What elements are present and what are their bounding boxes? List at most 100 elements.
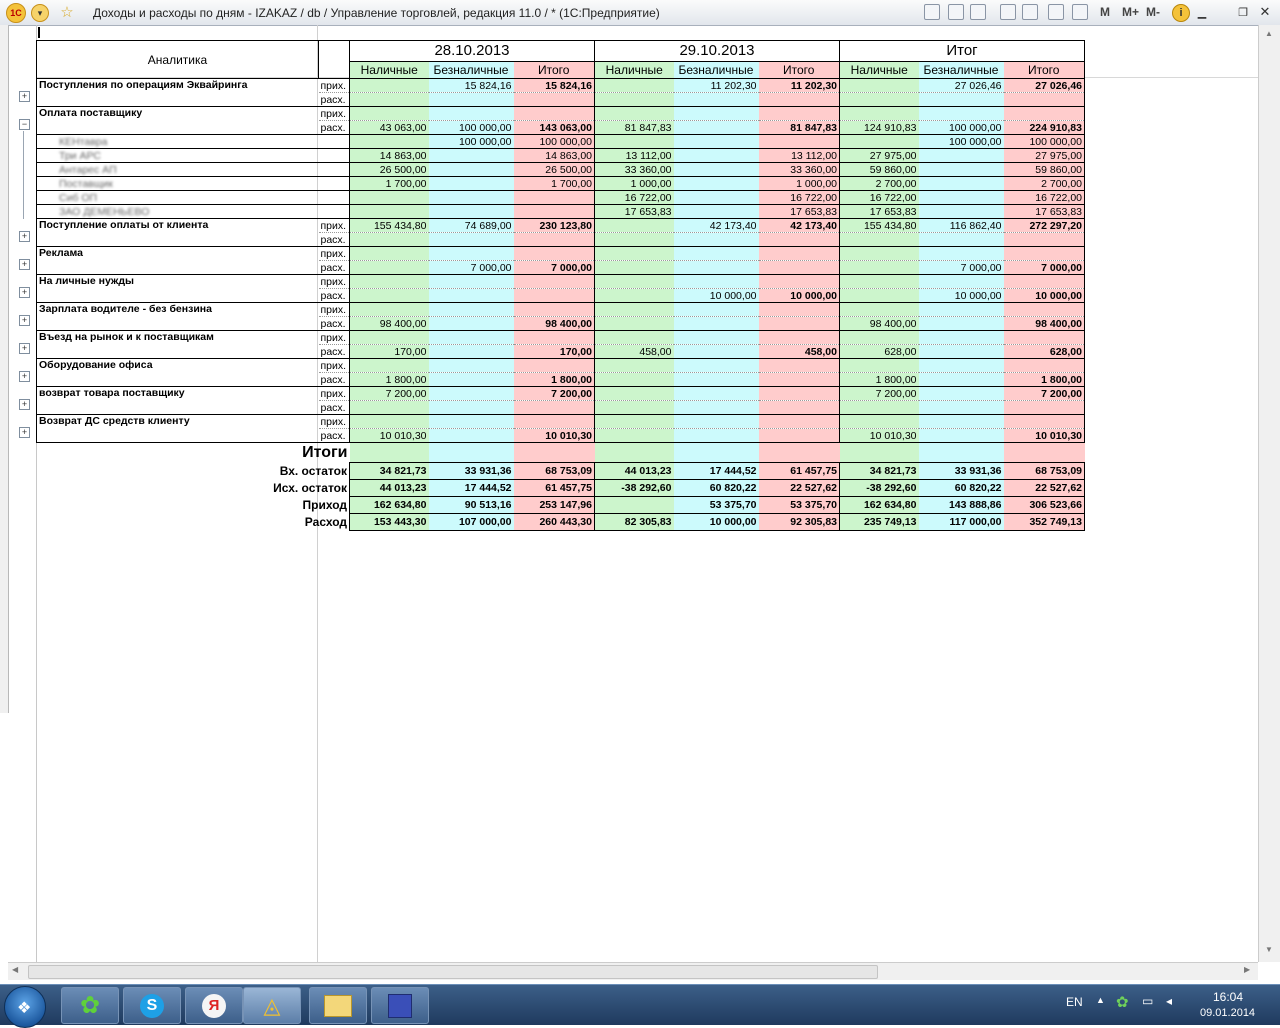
value-cell [428,288,514,303]
expand-group-icon[interactable]: + [19,230,30,242]
print-icon[interactable] [948,4,964,20]
subgroup-row[interactable]: ЗАО ДЕМЕНЬЕВО 17 653,83 17 653,83 17 653,83… [36,204,1085,219]
memory-m-button[interactable]: M [1100,4,1110,20]
network-icon[interactable]: ▭ [1142,994,1153,1008]
expand-group-icon[interactable]: + [19,398,30,410]
1c-app[interactable]: ◬ [243,987,301,1024]
save-app[interactable] [371,987,429,1024]
value-cell [758,232,840,247]
expand-group-icon[interactable]: + [19,314,30,326]
value-cell: 15 824,16 [513,78,595,93]
group-row[interactable]: Возврат ДС средств клиенту прих. [36,414,1085,443]
icq-tray-icon[interactable]: ✿ [1116,993,1129,1011]
scroll-down-icon[interactable]: ▼ [1263,945,1275,957]
value-cell [349,246,429,261]
date-column-header: 28.10.2013 [349,40,595,62]
value-cell [349,134,429,149]
skype-app[interactable]: S [123,987,181,1024]
subgroup-row[interactable]: КЕНтавра 100 000,00 100 000,00 100 000,00 10… [36,134,1085,149]
explorer-app[interactable] [309,987,367,1024]
expand-group-icon[interactable]: + [19,90,30,102]
value-cell [673,400,759,415]
minimize-icon[interactable]: ▁ [1196,4,1208,20]
totals-value: 107 000,00 [428,513,514,531]
calculator-icon[interactable] [1048,4,1064,20]
header-spacer [318,40,350,79]
expand-group-icon[interactable]: + [19,370,30,382]
app-logo-icon[interactable]: 1С [6,3,26,23]
value-cell: 27 026,46 [1003,78,1085,93]
clock-date[interactable]: 09.01.2014 [1200,1007,1255,1019]
value-cell: 458,00 [758,344,840,359]
history-icon[interactable] [1022,4,1038,20]
icq-app[interactable]: ✿ [61,987,119,1024]
memory-plus-button[interactable]: M+ [1122,4,1139,20]
scroll-left-icon[interactable]: ◀ [12,965,18,974]
value-cell [349,288,429,303]
value-cell: 155 434,80 [349,218,429,233]
group-row[interactable]: На личные нужды прих. [36,274,1085,303]
info-icon[interactable]: i [1172,4,1190,22]
value-cell [349,358,429,373]
group-row[interactable]: возврат товара поставщику прих. 7 200,00 7 … [36,386,1085,415]
expand-group-icon[interactable]: + [19,342,30,354]
calendar-icon[interactable] [1072,4,1088,20]
subgroup-row[interactable]: Три АРС 14 863,00 14 863,00 13 112,00 13 112… [36,148,1085,163]
expand-group-icon[interactable]: + [19,258,30,270]
value-cell: 7 000,00 [918,260,1004,275]
favorites-star-icon[interactable]: ☆ [58,4,76,21]
totals-value: 34 821,73 [839,462,919,480]
group-row[interactable]: Поступления по операциям Эквайринга прих.… [36,78,1085,107]
group-row[interactable]: Въезд на рынок и к поставщикам прих. [36,330,1085,359]
start-button[interactable]: ❖ [4,986,46,1028]
subgroup-row[interactable]: Антарес АП 26 500,00 26 500,00 33 360,00 33 … [36,162,1085,177]
value-cell [513,274,595,289]
totals-value: 60 820,22 [673,479,759,497]
group-row[interactable]: Оборудование офиса прих. [36,358,1085,387]
clock-time[interactable]: 16:04 [1213,990,1243,1004]
expand-group-icon[interactable]: + [19,426,30,438]
totals-value: 162 634,80 [839,496,919,514]
scroll-right-icon[interactable]: ▶ [1244,965,1250,974]
subgroup-name: Антарес АП [36,162,319,177]
value-cell [758,386,840,401]
value-cell: 1 700,00 [513,176,595,191]
vertical-scrollbar[interactable]: ▲ ▼ [1258,25,1280,962]
yandex-browser-app[interactable]: Я [185,987,243,1024]
volume-icon[interactable]: ◂ [1166,994,1172,1008]
close-icon[interactable]: ✕ [1258,4,1272,20]
value-cell [428,316,514,331]
tray-expand-icon[interactable]: ▲ [1096,995,1105,1005]
title-bar: 1С ▾ ☆ Доходы и расходы по дням - IZAKAZ… [0,0,1280,26]
main-menu-button[interactable]: ▾ [31,4,49,22]
add-favorite-icon[interactable] [1000,4,1016,20]
value-cell [918,414,1004,429]
subgroup-row[interactable]: Сиб ОП 16 722,00 16 722,00 16 722,00 16 722,… [36,190,1085,205]
scroll-up-icon[interactable]: ▲ [1263,29,1275,41]
collapse-group-icon[interactable]: − [19,118,30,130]
value-cell [513,190,595,205]
restore-icon[interactable]: ❐ [1236,4,1250,20]
header-row: Аналитика 28.10.2013 29.10.2013 Итог [36,40,1085,79]
group-row[interactable]: Поступление оплаты от клиента прих. 155 43… [36,218,1085,247]
group-row[interactable]: Зарплата водителе - без бензина прих. [36,302,1085,331]
group-row[interactable]: Реклама прих. [36,246,1085,275]
value-cell [1003,106,1085,121]
totals-value: 260 443,30 [513,513,595,531]
value-cell: 1 800,00 [839,372,919,387]
value-cell [594,330,674,345]
value-cell: 7 200,00 [1003,386,1085,401]
empty-label [318,148,350,163]
scroll-thumb[interactable] [28,965,878,979]
save-icon[interactable] [924,4,940,20]
subcolumn-header: Наличные [594,61,674,80]
expand-group-icon[interactable]: + [19,286,30,298]
horizontal-scrollbar[interactable]: ◀ ▶ [8,962,1258,980]
group-row[interactable]: Оплата поставщику прих. [36,106,1085,135]
value-cell: 42 173,40 [673,218,759,233]
subgroup-row[interactable]: Поставщик 1 700,00 1 700,00 1 000,00 1 000,0… [36,176,1085,191]
value-cell: 100 000,00 [428,120,514,135]
memory-minus-button[interactable]: M- [1146,4,1160,20]
language-indicator[interactable]: EN [1066,995,1083,1009]
preview-icon[interactable] [970,4,986,20]
